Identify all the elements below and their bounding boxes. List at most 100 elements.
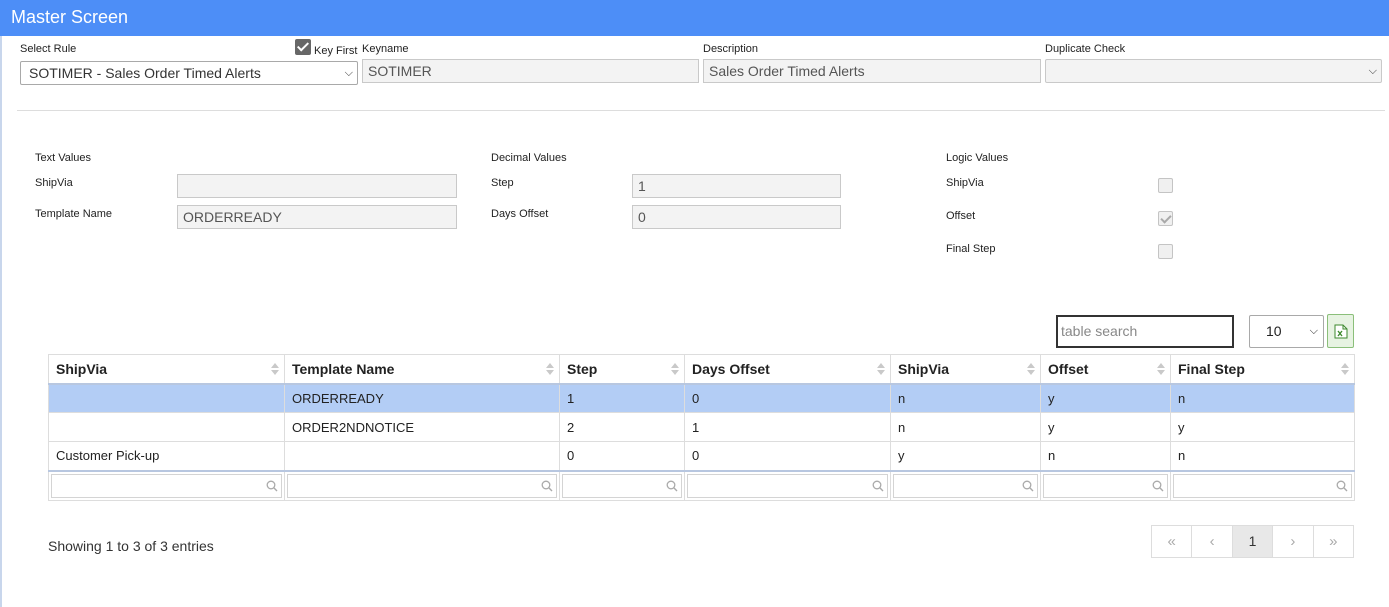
column-filter-input[interactable] xyxy=(1043,473,1168,498)
template-name-field[interactable]: ORDERREADY xyxy=(177,205,457,229)
table-row[interactable]: ORDER2NDNOTICE 2 1 n y y xyxy=(48,412,1355,442)
table-cell xyxy=(284,441,560,471)
column-header-final-step[interactable]: Final Step xyxy=(1170,354,1355,385)
column-filter-input[interactable] xyxy=(893,473,1038,498)
search-icon xyxy=(1336,480,1348,492)
excel-export-icon xyxy=(1334,324,1348,339)
logic-shipvia-checkbox[interactable] xyxy=(1158,178,1173,193)
text-shipvia-label: ShipVia xyxy=(35,177,73,189)
sort-icon xyxy=(877,363,885,376)
column-header-shipvia-logic[interactable]: ShipVia xyxy=(890,354,1041,385)
chevron-down-icon: ⌵ xyxy=(1368,65,1377,77)
sort-icon xyxy=(1341,363,1349,376)
page-header: Master Screen xyxy=(0,0,1389,36)
filter-cell xyxy=(48,469,285,501)
column-header-label: ShipVia xyxy=(898,360,950,377)
step-field[interactable]: 1 xyxy=(632,174,841,198)
divider xyxy=(17,110,1385,111)
table-cell: n xyxy=(890,412,1041,442)
table-cell: 0 xyxy=(684,383,891,413)
search-icon xyxy=(266,480,278,492)
chevron-down-icon: ⌵ xyxy=(344,67,353,79)
sort-icon xyxy=(1027,363,1035,376)
prev-page-button[interactable]: ‹ xyxy=(1192,526,1233,557)
search-icon xyxy=(1152,480,1164,492)
logic-values-heading: Logic Values xyxy=(946,152,1009,164)
select-rule-dropdown[interactable]: SOTIMER - Sales Order Timed Alerts ⌵ xyxy=(20,61,358,85)
column-header-label: ShipVia xyxy=(56,360,108,377)
page-title: Master Screen xyxy=(11,7,129,27)
text-shipvia-field[interactable] xyxy=(177,174,457,198)
final-step-checkbox[interactable] xyxy=(1158,244,1173,259)
key-first-label: Key First xyxy=(314,45,358,57)
description-field[interactable]: Sales Order Timed Alerts xyxy=(703,59,1041,83)
table-cell: 0 xyxy=(559,441,685,471)
left-border xyxy=(0,0,2,607)
select-rule-value: SOTIMER - Sales Order Timed Alerts xyxy=(29,65,261,81)
column-header-template-name[interactable]: Template Name xyxy=(284,354,560,385)
first-page-button[interactable]: « xyxy=(1152,526,1193,557)
duplicate-check-dropdown[interactable]: ⌵ xyxy=(1045,59,1382,83)
table-cell: y xyxy=(890,441,1041,471)
offset-checkbox[interactable] xyxy=(1158,211,1173,226)
page-1-button[interactable]: 1 xyxy=(1232,526,1274,557)
filter-cell xyxy=(1040,469,1171,501)
sort-icon xyxy=(1157,363,1165,376)
table-cell: n xyxy=(890,383,1041,413)
keyname-field[interactable]: SOTIMER xyxy=(362,59,699,83)
duplicate-check-label: Duplicate Check xyxy=(1045,43,1126,55)
column-header-label: Final Step xyxy=(1178,360,1245,377)
search-icon xyxy=(666,480,678,492)
logic-shipvia-label: ShipVia xyxy=(946,177,984,189)
column-filter-input[interactable] xyxy=(687,473,888,498)
table-row[interactable]: ORDERREADY 1 0 n y n xyxy=(48,383,1355,413)
table-cell xyxy=(48,383,285,413)
filter-cell xyxy=(1170,469,1355,501)
table-cell: ORDER2NDNOTICE xyxy=(284,412,560,442)
column-filter-input[interactable] xyxy=(287,473,557,498)
table-row[interactable]: Customer Pick-up 0 0 y n n xyxy=(48,441,1355,471)
table-cell: y xyxy=(1040,383,1171,413)
chevron-down-icon: ⌵ xyxy=(1309,325,1318,337)
table-cell: 1 xyxy=(559,383,685,413)
column-header-step[interactable]: Step xyxy=(559,354,685,385)
offset-label: Offset xyxy=(946,210,976,222)
table-cell: y xyxy=(1040,412,1171,442)
days-offset-field[interactable]: 0 xyxy=(632,205,841,229)
page-size-value: 10 xyxy=(1266,323,1282,339)
column-header-offset[interactable]: Offset xyxy=(1040,354,1171,385)
table-cell: 0 xyxy=(684,441,891,471)
table-cell: 1 xyxy=(684,412,891,442)
step-label: Step xyxy=(491,177,514,189)
sort-icon xyxy=(546,363,554,376)
filter-cell xyxy=(684,469,891,501)
key-first-checkbox[interactable] xyxy=(295,39,311,55)
excel-export-button[interactable] xyxy=(1327,314,1354,348)
search-icon xyxy=(1022,480,1034,492)
column-filter-input[interactable] xyxy=(562,473,682,498)
table-cell: n xyxy=(1040,441,1171,471)
table-cell: y xyxy=(1170,412,1355,442)
table-cell: n xyxy=(1170,441,1355,471)
table-cell: ORDERREADY xyxy=(284,383,560,413)
next-page-button[interactable]: › xyxy=(1273,526,1314,557)
column-filter-input[interactable] xyxy=(1173,473,1352,498)
keyname-label: Keyname xyxy=(362,43,409,55)
column-header-label: Days Offset xyxy=(692,360,770,377)
table-cell: n xyxy=(1170,383,1355,413)
last-page-button[interactable]: » xyxy=(1314,526,1353,557)
search-icon xyxy=(541,480,553,492)
column-filter-input[interactable] xyxy=(51,473,282,498)
decimal-values-heading: Decimal Values xyxy=(491,152,567,164)
page-size-select[interactable]: 10 ⌵ xyxy=(1249,315,1324,348)
select-rule-label: Select Rule xyxy=(20,43,77,55)
template-name-label: Template Name xyxy=(35,208,113,220)
table-info: Showing 1 to 3 of 3 entries xyxy=(48,538,214,554)
table-cell xyxy=(48,412,285,442)
sort-icon xyxy=(671,363,679,376)
column-header-label: Step xyxy=(567,360,598,377)
column-header-shipvia[interactable]: ShipVia xyxy=(48,354,285,385)
column-header-days-offset[interactable]: Days Offset xyxy=(684,354,891,385)
filter-row xyxy=(48,469,1355,501)
table-search-input[interactable]: table search xyxy=(1056,315,1234,348)
